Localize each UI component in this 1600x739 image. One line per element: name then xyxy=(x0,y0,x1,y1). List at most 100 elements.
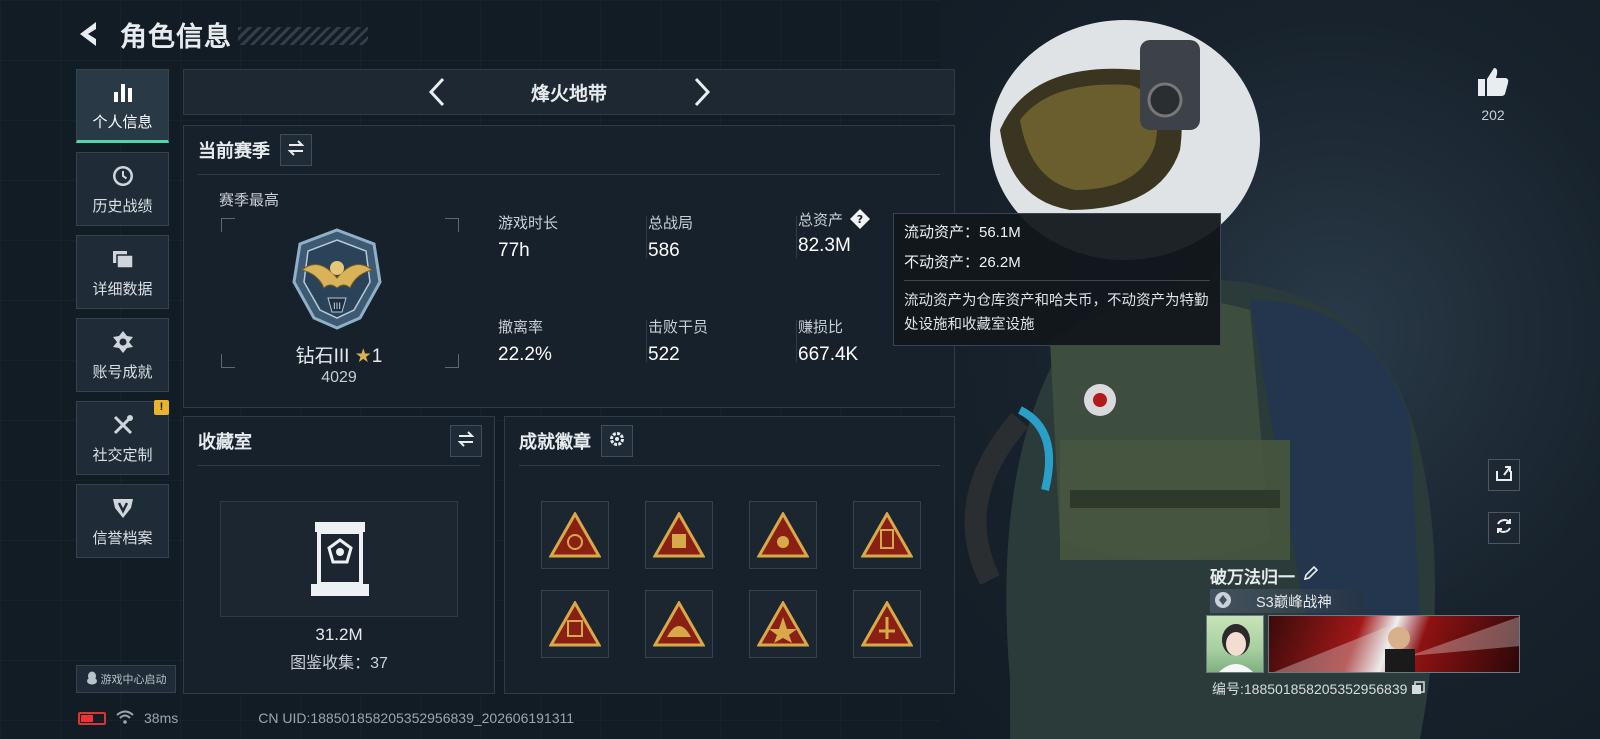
share-icon xyxy=(1494,463,1514,488)
achievement-badge-icon xyxy=(549,601,601,647)
divider xyxy=(198,174,940,175)
badge-grid xyxy=(541,501,921,658)
badge-slot[interactable] xyxy=(645,501,713,569)
player-title-text: S3巅峰战神 xyxy=(1256,594,1332,611)
badge-slot[interactable] xyxy=(749,590,817,658)
stat-label: 撤离率 xyxy=(498,319,544,336)
game-center-launch-button[interactable]: 游戏中心启动 xyxy=(76,665,176,693)
sidebar-item-detail-data[interactable]: 详细数据 xyxy=(76,235,169,309)
badge-slot[interactable] xyxy=(541,590,609,658)
stat-value: 82.3M xyxy=(798,235,851,256)
stat-label: 总资产 ? xyxy=(798,208,871,230)
sidebar-item-history[interactable]: 历史战绩 xyxy=(76,152,169,226)
ping-value: 38ms xyxy=(144,710,179,726)
stat-value: 522 xyxy=(648,344,680,365)
wifi-icon xyxy=(116,710,134,727)
badge-slot[interactable] xyxy=(645,590,713,658)
stat-operators-defeated: 击败干员 522 xyxy=(648,316,708,366)
badges-panel: 成就徽章 xyxy=(504,416,955,694)
rank-score: 4029 xyxy=(321,369,357,386)
thumbs-up-icon xyxy=(1476,68,1510,102)
gear-icon xyxy=(608,430,626,453)
badge-slot[interactable] xyxy=(749,501,817,569)
stat-value: 667.4K xyxy=(798,344,859,365)
badges-panel-header: 成就徽章 xyxy=(519,425,633,457)
stat-value: 22.2% xyxy=(498,344,552,365)
stat-label: 游戏时长 xyxy=(498,215,559,232)
achievement-badge-icon xyxy=(861,601,913,647)
player-id: 编号:18850185820535295683​9 xyxy=(1212,679,1426,699)
season-swap-button[interactable] xyxy=(280,134,312,166)
chevron-left-icon[interactable] xyxy=(422,74,452,110)
divider xyxy=(796,320,797,362)
sidebar-item-label: 历史战绩 xyxy=(92,197,153,215)
help-icon[interactable]: ? xyxy=(849,208,871,230)
badges-settings-button[interactable] xyxy=(601,425,633,457)
sidebar-item-label: 信誉档案 xyxy=(92,529,153,547)
share-button[interactable] xyxy=(1488,459,1520,491)
badge-slot[interactable] xyxy=(853,501,921,569)
back-arrow-icon[interactable] xyxy=(74,18,106,50)
sidebar-item-personal-info[interactable]: 个人信息 xyxy=(76,69,169,143)
folder-icon xyxy=(110,246,136,272)
sidebar: 个人信息 历史战绩 详细数据 账号成就 社交定制 ! 信誉档案 xyxy=(76,69,171,567)
stat-label: 赚损比 xyxy=(798,319,844,336)
collection-card[interactable] xyxy=(220,501,458,617)
collection-swap-button[interactable] xyxy=(450,425,482,457)
achievement-badge-icon xyxy=(653,601,705,647)
mode-title: 烽火地带 xyxy=(530,83,607,105)
stat-label-text: 总资产 xyxy=(798,211,844,229)
achievement-badge-icon xyxy=(861,512,913,558)
rank-name-text: 钻石III xyxy=(295,346,350,367)
copy-icon[interactable] xyxy=(1411,680,1426,698)
player-name: 破万法归一 xyxy=(1210,563,1319,588)
achievement-badge-icon xyxy=(757,601,809,647)
stat-label: 总战局 xyxy=(648,215,694,232)
mode-selector: 烽火地带 xyxy=(183,69,955,115)
uid-text: CN UID:188501858205352956839_20260619131… xyxy=(258,710,575,726)
svg-text:III: III xyxy=(333,302,341,312)
rank-emblem-icon: III xyxy=(284,226,390,332)
title-decoration xyxy=(238,27,368,45)
collection-title: 收藏室 xyxy=(198,432,252,452)
svg-text:?: ? xyxy=(857,213,863,226)
display-case-icon xyxy=(309,520,371,603)
tooltip-description: 流动资产为仓库资产和哈夫币，不动资产为特勤处设施和收藏室设施 xyxy=(904,293,1209,333)
refresh-button[interactable] xyxy=(1488,512,1520,544)
tooltip-liquid-assets: 流动资产：56.1M xyxy=(904,224,1021,241)
sidebar-item-achievements[interactable]: 账号成就 xyxy=(76,318,169,392)
shield-icon xyxy=(110,495,136,521)
edit-pencil-icon[interactable] xyxy=(1303,565,1319,586)
divider xyxy=(646,216,647,258)
season-title: 当前赛季 xyxy=(198,141,270,161)
player-title-tag: S3巅峰战神 xyxy=(1210,589,1363,613)
sidebar-item-label: 社交定制 xyxy=(92,446,153,464)
season-panel-header: 当前赛季 xyxy=(198,134,312,166)
stat-label: 击败干员 xyxy=(648,319,709,336)
avatar[interactable] xyxy=(1206,615,1264,673)
bar-chart-icon xyxy=(110,79,136,105)
stat-profit-ratio: 赚损比 667.4K xyxy=(798,316,858,366)
chevron-right-icon[interactable] xyxy=(687,74,717,110)
divider xyxy=(796,216,797,258)
qq-penguin-icon xyxy=(86,671,98,688)
badge-slot[interactable] xyxy=(541,501,609,569)
player-name-text: 破万法归一 xyxy=(1210,568,1295,587)
stat-play-time: 游戏时长 77h xyxy=(498,212,558,262)
launch-label: 游戏中心启动 xyxy=(100,674,167,686)
badge-slot[interactable] xyxy=(853,590,921,658)
stat-value: 586 xyxy=(648,240,680,261)
sidebar-item-reputation[interactable]: 信誉档案 xyxy=(76,484,169,558)
badges-title: 成就徽章 xyxy=(519,432,591,452)
refresh-icon xyxy=(1494,516,1514,541)
sidebar-item-label: 详细数据 xyxy=(92,280,153,298)
sidebar-item-label: 个人信息 xyxy=(92,113,153,131)
rank-stars: 1 xyxy=(371,346,383,367)
player-banner[interactable] xyxy=(1268,615,1520,673)
clock-icon xyxy=(110,163,136,189)
warning-badge: ! xyxy=(154,400,169,415)
status-bar: 38ms CN UID:188501858205352956839_202606… xyxy=(78,708,574,728)
sidebar-item-social-custom[interactable]: 社交定制 ! xyxy=(76,400,169,475)
like-button[interactable]: 202 xyxy=(1473,66,1513,123)
season-panel: 当前赛季 赛季最高 III 钻石III ★1 4029 游戏时长 77h 总战局… xyxy=(183,125,955,408)
